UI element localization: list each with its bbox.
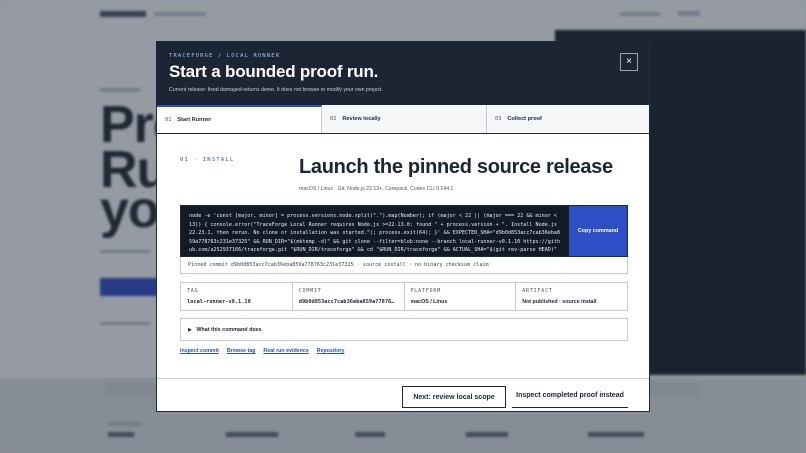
step-tabs: 01 Start Runner 02 Review locally 03 Col… [157,105,649,134]
close-icon: × [626,56,632,67]
step-number: 03 [495,116,502,122]
meta-key: ARTIFACT [522,288,553,294]
next-review-scope-button[interactable]: Next: review local scope [402,386,506,408]
modal-subtitle: Current release: fixed damaged-returns d… [169,87,383,93]
real-run-evidence-link[interactable]: Real run evidence [263,348,308,354]
reference-links: Inspect commit Browse tag Real run evide… [180,348,344,354]
meta-key: PLATFORM [410,288,441,294]
inspect-completed-proof-link[interactable]: Inspect completed proof instead [512,386,628,408]
step-number: 01 [165,117,172,123]
inspect-commit-link[interactable]: Inspect commit [180,348,219,354]
modal-footer: Next: review local scope Inspect complet… [157,378,649,411]
repository-link[interactable]: Repository [317,348,345,354]
meta-key: TAG [187,288,199,294]
modal-title: Start a bounded proof run. [169,62,379,81]
browse-tag-link[interactable]: Browse tag [227,348,256,354]
start-runner-modal: TRACEFORGE / LOCAL RUNNER Start a bounde… [156,41,650,412]
modal-eyebrow: TRACEFORGE / LOCAL RUNNER [169,53,281,59]
meta-commit: COMMIT d9b0d853acc7cab36eba859a778763c23… [293,283,405,310]
triangle-right-icon: ▶ [188,327,192,333]
details-label: What this command does [196,327,262,333]
command-details-toggle[interactable]: ▶ What this command does [180,318,628,341]
step-label: Collect proof [507,116,542,122]
step-label: Start Runner [177,117,212,123]
meta-key: COMMIT [298,288,322,294]
requirements-text: macOS / Linux · Git, Node.js 22.13+, Cor… [299,186,454,192]
tab-start-runner[interactable]: 01 Start Runner [157,105,322,133]
meta-value: macOS / Linux [410,299,448,305]
modal-header: TRACEFORGE / LOCAL RUNNER Start a bounde… [157,42,649,105]
release-meta-grid: TAG local-runner-v0.1.10 COMMIT d9b0d853… [180,282,628,311]
meta-value: Not published · source install [522,299,597,305]
pinned-commit-note: Pinned commit d9b0d853acc7cab36eba859a77… [180,257,628,274]
meta-value: local-runner-v0.1.10 [187,299,251,305]
tab-review-locally[interactable]: 02 Review locally [322,105,487,133]
meta-platform: PLATFORM macOS / Linux [405,283,517,310]
step-label: Review locally [342,116,381,122]
step-number: 02 [330,116,337,122]
install-command[interactable]: node -e 'const [major, minor] = process.… [181,206,570,256]
meta-artifact: ARTIFACT Not published · source install [516,283,627,310]
command-block: node -e 'const [major, minor] = process.… [180,205,628,257]
close-button[interactable]: × [620,53,638,71]
copy-command-button[interactable]: Copy command [569,206,627,256]
tab-collect-proof[interactable]: 03 Collect proof [487,105,649,133]
install-eyebrow: 01 · INSTALL [180,157,235,163]
meta-tag: TAG local-runner-v0.1.10 [181,283,293,310]
section-title: Launch the pinned source release [299,156,613,178]
meta-value: d9b0d853acc7cab36eba859a778763c231e37325 [298,299,398,305]
